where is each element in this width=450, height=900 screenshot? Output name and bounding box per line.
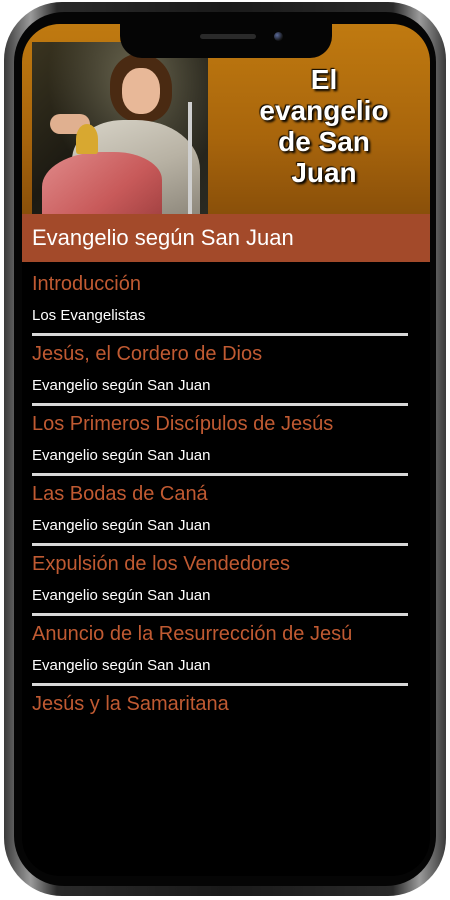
divider xyxy=(32,613,408,616)
list-item-subtitle: Evangelio según San Juan xyxy=(32,447,211,464)
phone-notch xyxy=(120,24,332,58)
section-bar: Evangelio según San Juan xyxy=(22,214,430,262)
divider xyxy=(32,333,408,336)
list-item-subtitle: Evangelio según San Juan xyxy=(32,657,211,674)
list-item-subtitle: Evangelio según San Juan xyxy=(32,587,211,604)
list-item-subtitle: Los Evangelistas xyxy=(32,307,146,324)
list-item[interactable]: Anuncio de la Resurrección de Jesú Evang… xyxy=(22,620,430,690)
list-item-subtitle: Evangelio según San Juan xyxy=(32,517,211,534)
list-item[interactable]: Los Primeros Discípulos de Jesús Evangel… xyxy=(22,410,430,480)
list-item-title: Los Primeros Discípulos de Jesús xyxy=(32,413,334,435)
divider xyxy=(32,543,408,546)
divider xyxy=(32,403,408,406)
list-item-title: Anuncio de la Resurrección de Jesú xyxy=(32,623,353,645)
saint-john-painting xyxy=(32,42,208,214)
camera-icon xyxy=(274,32,283,41)
list-item[interactable]: Expulsión de los Vendedores Evangelio se… xyxy=(22,550,430,620)
list-item-subtitle: Evangelio según San Juan xyxy=(32,377,211,394)
list-item[interactable]: Las Bodas de Caná Evangelio según San Ju… xyxy=(22,480,430,550)
list-item-title: Expulsión de los Vendedores xyxy=(32,553,290,575)
list-item[interactable]: Introducción Los Evangelistas xyxy=(22,270,430,340)
list-item[interactable]: Jesús y la Samaritana xyxy=(22,690,430,760)
speaker-icon xyxy=(200,34,256,39)
section-title: Evangelio según San Juan xyxy=(32,225,294,250)
app-screen: El evangelio de San Juan Evangelio según… xyxy=(22,24,430,876)
list-item[interactable]: Jesús, el Cordero de Dios Evangelio segú… xyxy=(22,340,430,410)
list-item-title: Jesús, el Cordero de Dios xyxy=(32,343,263,365)
list-item-title: Jesús y la Samaritana xyxy=(32,693,229,715)
divider xyxy=(32,683,408,686)
list-item-title: Introducción xyxy=(32,273,141,295)
list-item-title: Las Bodas de Caná xyxy=(32,483,208,505)
chapter-list: Introducción Los Evangelistas Jesús, el … xyxy=(22,270,430,760)
app-title: El evangelio de San Juan xyxy=(259,64,389,188)
divider xyxy=(32,473,408,476)
